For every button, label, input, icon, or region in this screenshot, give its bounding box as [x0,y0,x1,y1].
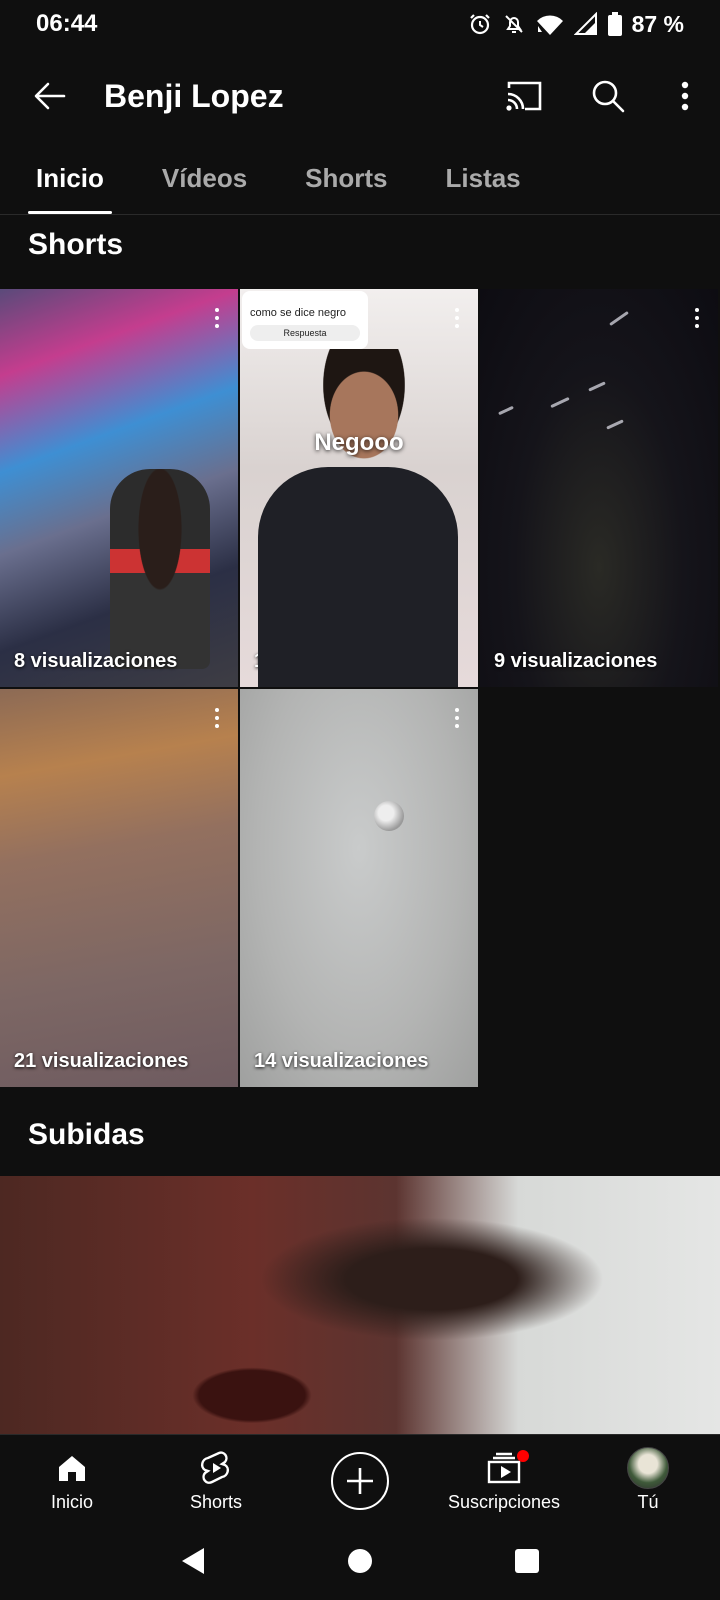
system-home-button[interactable] [347,1548,373,1579]
short-thumbnail[interactable]: 9 visualizaciones [480,289,718,687]
shorts-section-title: Shorts [28,228,124,261]
short-thumbnail[interactable]: como se dice negro Respuesta Negooo 14 v… [240,289,478,687]
video-thumbnail[interactable] [0,1176,720,1434]
short-thumbnail[interactable]: 14 visualizaciones [240,689,478,1087]
circle-home-icon [347,1548,372,1573]
nav-subscriptions[interactable]: Suscripciones [432,1435,576,1526]
triangle-back-icon [182,1547,205,1574]
signal-icon [573,12,598,36]
notification-dot [517,1450,529,1462]
short-views: 9 visualizaciones [494,650,658,672]
create-icon [331,1451,389,1510]
channel-tabs: Inicio Vídeos Shorts Listas [0,142,720,215]
uploads-section-title: Subidas [28,1118,145,1151]
wifi-icon [536,12,564,36]
tab-listas[interactable]: Listas [438,142,529,214]
short-views: 14 visualizaciones [254,1050,429,1072]
back-button[interactable] [0,56,100,136]
short-more-button[interactable] [442,703,472,733]
mute-notifications-icon [502,12,526,36]
search-button[interactable] [566,56,650,136]
shorts-icon [200,1448,232,1488]
short-more-button[interactable] [202,303,232,333]
system-back-button[interactable] [180,1546,206,1581]
nav-shorts-label: Shorts [189,1492,243,1512]
comment-reply: Respuesta [250,325,360,341]
nav-home[interactable]: Inicio [0,1435,144,1526]
short-views: 21 visualizaciones [14,1050,189,1072]
short-views: 8 visualizaciones [14,650,178,672]
bottom-navigation: Inicio Shorts Suscripciones Tú [0,1434,720,1526]
home-icon [56,1448,88,1488]
nav-create[interactable] [288,1435,432,1526]
nav-shorts[interactable]: Shorts [144,1435,288,1526]
tab-shorts[interactable]: Shorts [297,142,395,214]
subscriptions-icon [487,1448,529,1488]
search-icon [592,80,625,113]
comment-question: como se dice negro [250,307,346,319]
channel-title: Benji Lopez [104,77,284,114]
cast-icon [506,81,542,111]
battery-percent: 87 % [631,10,684,37]
status-time: 06:44 [36,10,98,37]
nav-subscriptions-label: Suscripciones [447,1492,561,1512]
more-vertical-icon [681,81,689,111]
system-navigation-bar [0,1526,720,1600]
status-bar: 06:44 87 % [0,0,720,48]
back-arrow-icon [34,82,66,110]
short-views: 14 visualizaciones [254,650,429,672]
nav-you[interactable]: Tú [576,1435,720,1526]
short-more-button[interactable] [682,303,712,333]
nav-you-label: Tú [637,1492,659,1512]
tab-inicio[interactable]: Inicio [28,142,112,214]
alarm-icon [468,12,492,36]
comment-sticker: como se dice negro Respuesta [242,291,368,349]
short-more-button[interactable] [202,703,232,733]
more-options-button[interactable] [650,56,720,136]
app-bar: Benji Lopez [0,56,720,136]
short-more-button[interactable] [442,303,472,333]
nav-home-label: Inicio [50,1492,94,1512]
system-recents-button[interactable] [514,1548,540,1579]
short-overlay-title: Negooo [314,429,404,456]
short-thumbnail[interactable]: 8 visualizaciones [0,289,238,687]
battery-icon [607,12,622,36]
tab-videos[interactable]: Vídeos [154,142,255,214]
cast-button[interactable] [482,56,566,136]
square-recents-icon [514,1548,539,1573]
avatar [627,1447,669,1489]
short-thumbnail[interactable]: 21 visualizaciones [0,689,238,1087]
